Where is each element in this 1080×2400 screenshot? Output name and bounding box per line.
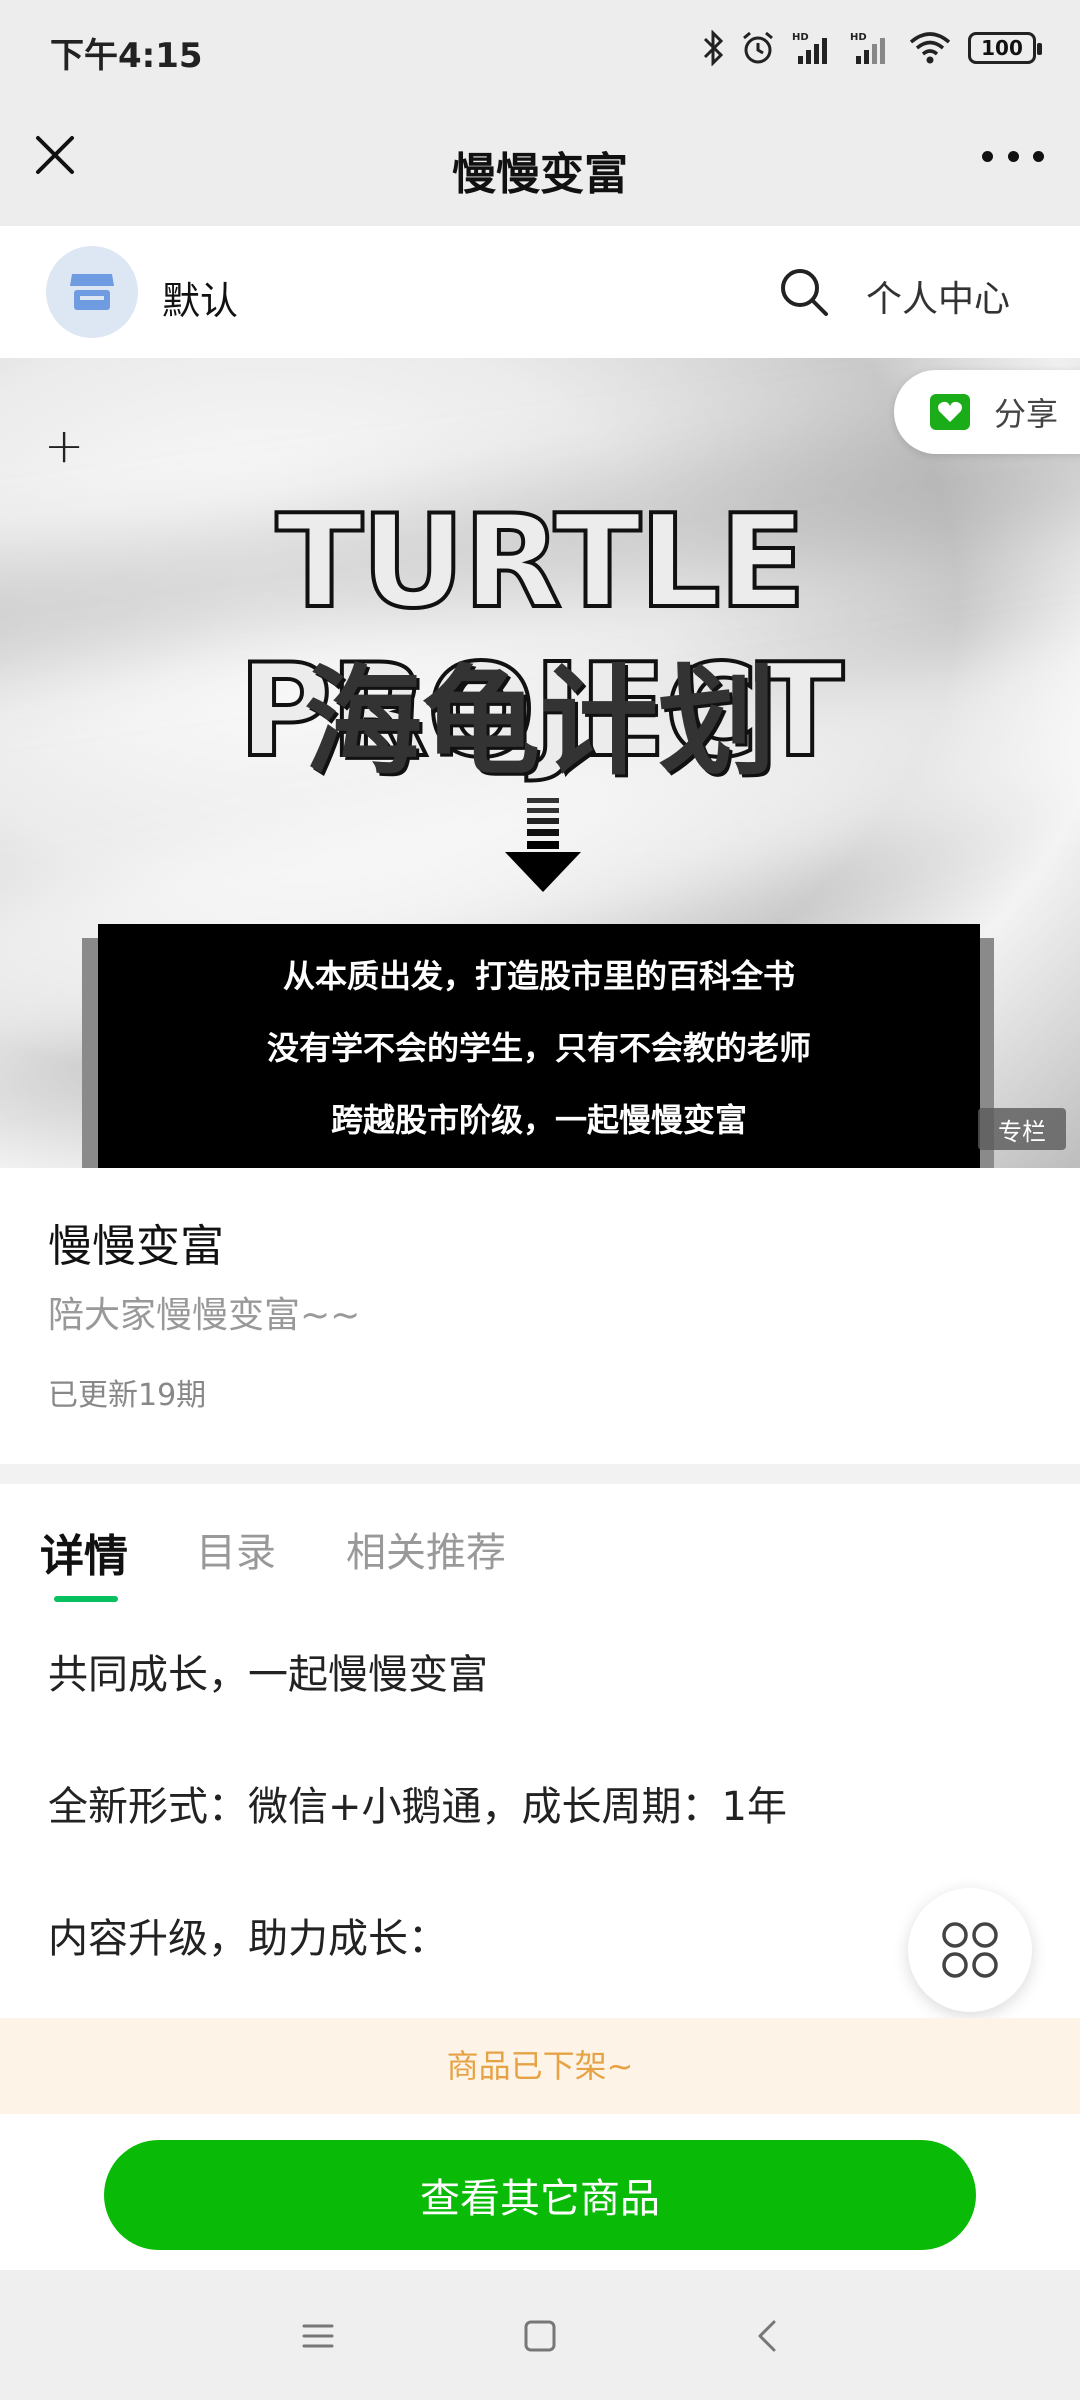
detail-line: 共同成长，一起慢慢变富: [48, 1652, 488, 1698]
system-navigation-bar: [0, 2270, 1080, 2400]
shop-avatar[interactable]: [46, 246, 138, 338]
battery-icon: 100: [968, 32, 1042, 64]
banner-line: 跨越股市阶级，一起慢慢变富: [330, 1101, 747, 1139]
store-icon: [70, 274, 114, 310]
banner-slogan-box: 从本质出发，打造股市里的百科全书 没有学不会的学生，只有不会教的老师 跨越股市阶…: [98, 924, 980, 1168]
share-heart-icon: [930, 394, 970, 430]
section-divider: [0, 1464, 1080, 1484]
status-icons: HD HD 100: [702, 30, 1042, 66]
share-label: 分享: [994, 395, 1059, 433]
detail-line: 内容升级，助力成长：: [48, 1916, 448, 1962]
bottom-action-area: 查看其它商品: [0, 2114, 1080, 2270]
active-tab-indicator: [54, 1596, 118, 1602]
tab-details[interactable]: 详情: [40, 1520, 128, 1584]
floating-menu-button[interactable]: [908, 1888, 1032, 2012]
svg-text:HD: HD: [792, 32, 809, 43]
tab-bar: 详情 目录 相关推荐: [0, 1484, 1080, 1614]
home-icon[interactable]: [518, 2314, 562, 2358]
share-button[interactable]: 分享: [894, 370, 1080, 454]
personal-center-link[interactable]: 个人中心: [866, 270, 1010, 322]
view-other-products-button[interactable]: 查看其它商品: [104, 2140, 976, 2250]
svg-text:HD: HD: [850, 32, 867, 43]
tab-catalog[interactable]: 目录: [196, 1520, 276, 1578]
title-bar: 慢慢变富: [0, 100, 1080, 226]
column-tag-badge: 专栏: [978, 1108, 1066, 1150]
product-description: 陪大家慢慢变富~~: [48, 1295, 361, 1336]
grid-menu-icon: [942, 1922, 998, 1978]
banner-line: 从本质出发，打造股市里的百科全书: [282, 957, 795, 995]
search-icon[interactable]: [776, 264, 832, 320]
banner-line: 没有学不会的学生，只有不会教的老师: [266, 1029, 811, 1067]
shop-header: 默认 个人中心: [0, 226, 1080, 358]
page-title: 慢慢变富: [452, 149, 628, 200]
signal-hd-icon: HD: [850, 30, 892, 66]
wifi-icon: [908, 30, 952, 66]
update-count: 已更新19期: [48, 1378, 207, 1413]
tab-recommendations[interactable]: 相关推荐: [346, 1520, 506, 1578]
menu-icon[interactable]: [296, 2314, 340, 2358]
banner-heading-cn: 海龟计划: [303, 653, 776, 791]
status-bar: 下午4:15 HD HD 100: [0, 0, 1080, 100]
status-time: 下午4:15: [50, 36, 203, 76]
product-info: 慢慢变富 陪大家慢慢变富~~ 已更新19期: [0, 1168, 1080, 1464]
back-icon[interactable]: [746, 2314, 790, 2358]
arrow-down-icon: [505, 798, 581, 892]
plus-icon: +: [44, 418, 85, 474]
bluetooth-icon: [702, 30, 724, 66]
detail-line: 全新形式：微信+小鹅通，成长周期：1年: [48, 1784, 787, 1830]
product-name: 慢慢变富: [48, 1221, 224, 1272]
off-shelf-notice: 商品已下架~: [0, 2018, 1080, 2114]
signal-hd-icon: HD: [792, 30, 834, 66]
shop-name[interactable]: 默认: [162, 270, 238, 325]
product-banner: + 分享 TURTLE PROJECT 海龟计划 从本质出发，打造股市里的百科全…: [0, 358, 1080, 1168]
more-options-icon[interactable]: [982, 144, 1044, 168]
alarm-icon: [740, 30, 776, 66]
